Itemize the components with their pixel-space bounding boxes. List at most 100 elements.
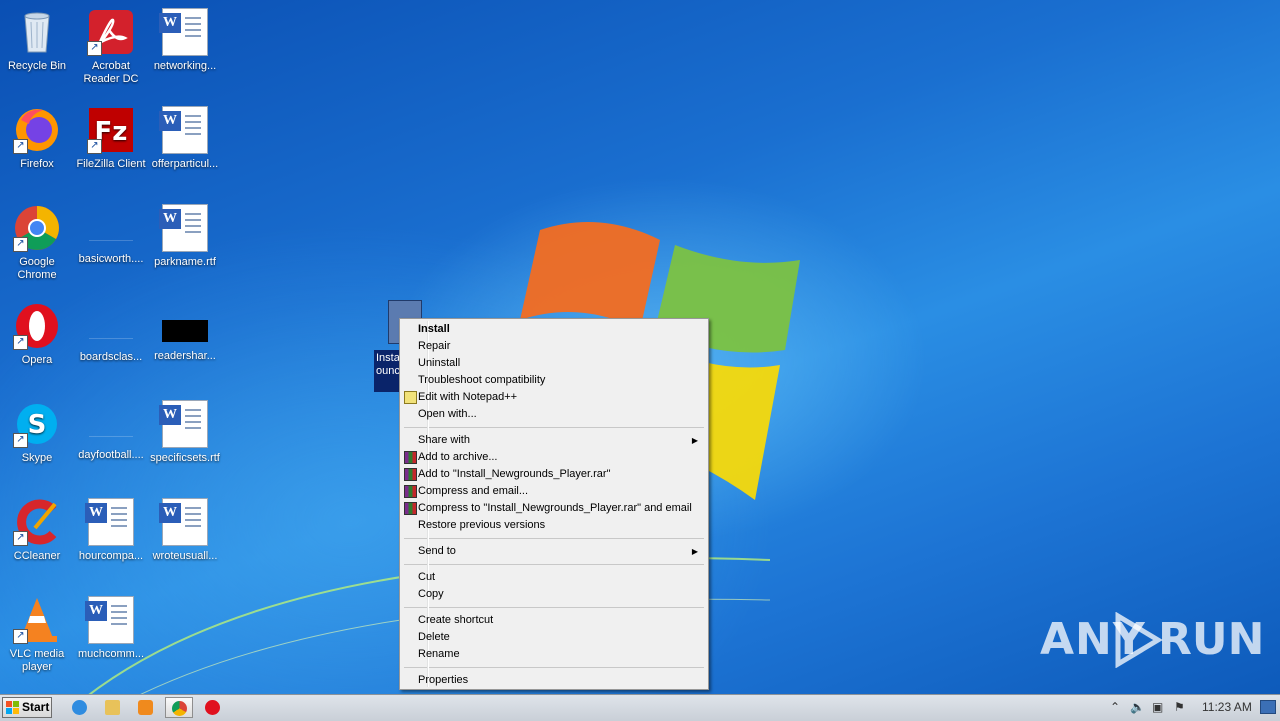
network-icon[interactable]: ▣ — [1152, 700, 1163, 714]
winrar-icon — [404, 502, 417, 515]
menu-separator — [404, 564, 704, 565]
menu-separator — [404, 427, 704, 428]
desktop-icon-skype[interactable]: S ↗ Skype — [0, 400, 74, 465]
desktop-icon-acrobat[interactable]: ↗ Acrobat Reader DC — [74, 8, 148, 86]
notepadpp-icon — [404, 391, 417, 404]
menu-item-restore-previous-versions[interactable]: Restore previous versions — [402, 517, 706, 534]
taskbar-opera[interactable] — [199, 697, 227, 718]
menu-item-label: Add to "Install_Newgrounds_Player.rar" — [418, 468, 611, 480]
taskbar: Start ⌃ 🔈 ▣ ⚑ 11:23 AM — [0, 694, 1280, 721]
menu-item-add-to-rar[interactable]: Add to "Install_Newgrounds_Player.rar" — [402, 466, 706, 483]
menu-item-label: Share with — [418, 434, 470, 446]
desktop-icon-file[interactable]: basicworth.... — [74, 204, 148, 266]
desktop-icon-label: networking... — [153, 60, 217, 72]
menu-separator — [404, 538, 704, 539]
menu-item-open-with[interactable]: Open with... — [402, 406, 706, 423]
desktop-icon-firefox[interactable]: ↗ Firefox — [0, 106, 74, 171]
menu-item-share-with[interactable]: Share with ▶ — [402, 432, 706, 449]
ccleaner-icon: ↗ — [13, 498, 61, 546]
desktop-icon-word-doc[interactable]: W specificsets.rtf — [148, 400, 222, 465]
shortcut-arrow-icon: ↗ — [87, 41, 102, 56]
menu-item-install[interactable]: Install — [402, 321, 706, 338]
menu-item-label: Edit with Notepad++ — [418, 391, 518, 403]
menu-item-label: Cut — [418, 571, 436, 583]
desktop-icon-recycle-bin[interactable]: Recycle Bin — [0, 8, 74, 73]
media-player-icon — [138, 700, 153, 715]
blank-file-icon — [89, 316, 133, 339]
filezilla-icon: Fz ↗ — [87, 106, 135, 154]
desktop-icon-word-doc[interactable]: W offerparticul... — [148, 106, 222, 171]
desktop-icon-opera[interactable]: ↗ Opera — [0, 302, 74, 367]
taskbar-internet-explorer[interactable] — [66, 697, 94, 718]
menu-item-copy[interactable]: Copy — [402, 586, 706, 603]
volume-icon[interactable]: 🔈 — [1130, 700, 1145, 714]
firefox-icon: ↗ — [13, 106, 61, 154]
shortcut-arrow-icon: ↗ — [87, 139, 102, 154]
menu-item-uninstall[interactable]: Uninstall — [402, 355, 706, 372]
desktop-icon-filezilla[interactable]: Fz ↗ FileZilla Client — [74, 106, 148, 171]
menu-item-delete[interactable]: Delete — [402, 629, 706, 646]
menu-item-properties[interactable]: Properties — [402, 672, 706, 689]
menu-item-create-shortcut[interactable]: Create shortcut — [402, 612, 706, 629]
menu-item-cut[interactable]: Cut — [402, 569, 706, 586]
menu-item-edit-with-notepadpp[interactable]: Edit with Notepad++ — [402, 389, 706, 406]
chrome-icon: ↗ — [13, 204, 61, 252]
desktop-icon-label: specificsets.rtf — [150, 452, 220, 464]
show-hidden-icons-icon[interactable]: ⌃ — [1110, 700, 1120, 714]
menu-item-label: Copy — [418, 588, 444, 600]
desktop-icon-file[interactable]: dayfootball.... — [74, 400, 148, 462]
menu-item-label: Restore previous versions — [418, 519, 546, 531]
vlc-cone-icon: ↗ — [13, 596, 61, 644]
taskbar-chrome[interactable] — [165, 697, 193, 718]
desktop-icon-word-doc[interactable]: W wroteusuall... — [148, 498, 222, 563]
desktop-icon-ccleaner[interactable]: ↗ CCleaner — [0, 498, 74, 563]
desktop-icon-word-doc[interactable]: W muchcomm... — [74, 596, 148, 661]
desktop-icon-label: dayfootball.... — [78, 449, 144, 461]
menu-item-label: Add to archive... — [418, 451, 498, 463]
word-document-icon: W — [159, 106, 208, 154]
desktop-icon-label: Firefox — [20, 158, 54, 170]
show-desktop-button[interactable] — [1260, 700, 1276, 714]
start-button[interactable]: Start — [2, 697, 52, 718]
taskbar-file-explorer[interactable] — [99, 697, 127, 718]
play-logo-icon — [1115, 612, 1163, 668]
desktop-icon-label: boardsclas... — [79, 351, 143, 363]
menu-item-add-to-archive[interactable]: Add to archive... — [402, 449, 706, 466]
black-file-icon — [162, 320, 208, 342]
desktop-icon-label: offerparticul... — [151, 158, 219, 170]
chrome-icon — [172, 701, 187, 716]
menu-item-compress-and-email[interactable]: Compress and email... — [402, 483, 706, 500]
menu-item-troubleshoot-compatibility[interactable]: Troubleshoot compatibility — [402, 372, 706, 389]
menu-item-label: Properties — [418, 674, 469, 686]
menu-separator — [404, 667, 704, 668]
blank-file-icon — [89, 414, 133, 437]
desktop-icon-vlc[interactable]: ↗ VLC media player — [0, 596, 74, 674]
menu-item-label: Send to — [418, 545, 456, 557]
clock[interactable]: 11:23 AM — [1202, 700, 1252, 714]
desktop-icon-label: Skype — [21, 452, 53, 464]
desktop-icon-label: Acrobat Reader DC — [83, 60, 139, 85]
start-label: Start — [22, 700, 50, 714]
desktop-icon-word-doc[interactable]: W hourcompa... — [74, 498, 148, 563]
desktop-icon-file[interactable]: boardsclas... — [74, 302, 148, 364]
menu-item-compress-to-rar-and-email[interactable]: Compress to "Install_Newgrounds_Player.r… — [402, 500, 706, 517]
action-center-flag-icon[interactable]: ⚑ — [1174, 700, 1185, 714]
word-document-icon: W — [85, 498, 134, 546]
desktop-icon-word-doc[interactable]: W networking... — [148, 8, 222, 73]
winrar-icon — [404, 485, 417, 498]
desktop-icon-word-doc[interactable]: W parkname.rtf — [148, 204, 222, 269]
desktop-icon-file[interactable]: readershar... — [148, 302, 222, 363]
desktop-icon-label: FileZilla Client — [76, 158, 146, 170]
menu-item-repair[interactable]: Repair — [402, 338, 706, 355]
watermark-text-right: RUN — [1158, 614, 1265, 665]
internet-explorer-icon — [72, 700, 87, 715]
opera-icon — [205, 700, 220, 715]
menu-item-label: Compress and email... — [418, 485, 529, 497]
desktop-icon-label: Opera — [21, 354, 53, 366]
taskbar-media-player[interactable] — [132, 697, 160, 718]
windows-flag-icon — [6, 701, 19, 714]
menu-item-rename[interactable]: Rename — [402, 646, 706, 663]
menu-item-send-to[interactable]: Send to ▶ — [402, 543, 706, 560]
desktop-icon-google-chrome[interactable]: ↗ Google Chrome — [0, 204, 74, 282]
desktop-icon-label: parkname.rtf — [154, 256, 216, 268]
